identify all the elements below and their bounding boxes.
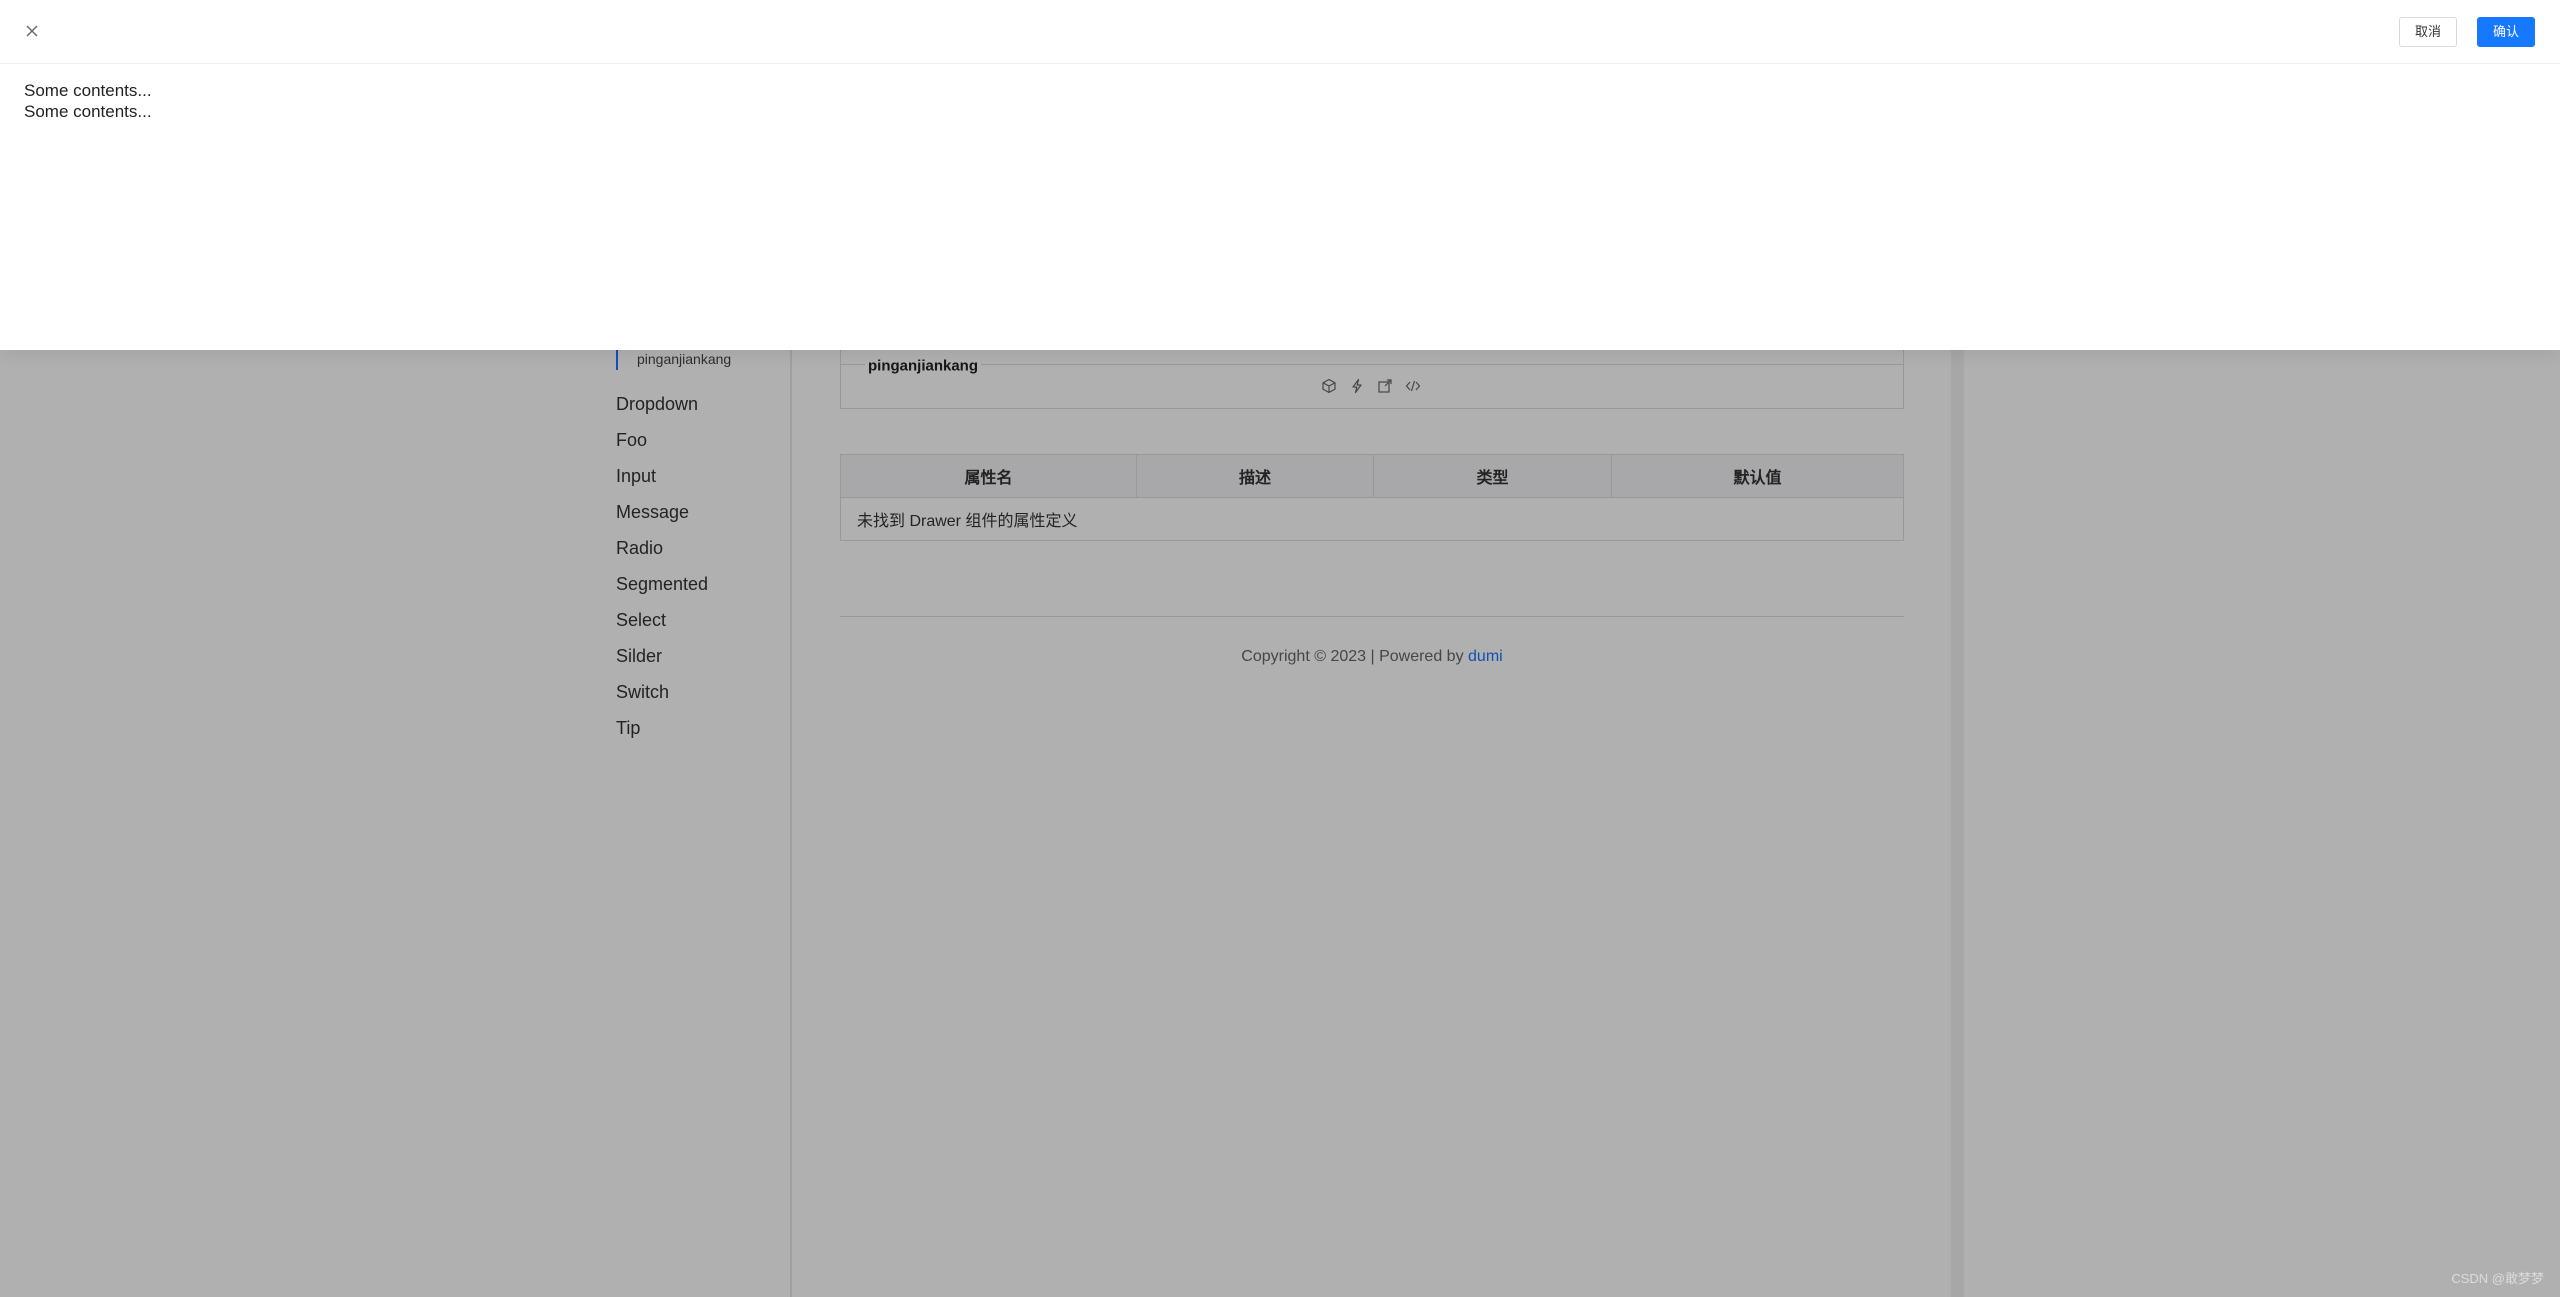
drawer: 取消 确认 Some contents... Some contents... (0, 0, 2560, 350)
confirm-button[interactable]: 确认 (2477, 17, 2535, 47)
screen: pinganjiankang Dropdown Foo Input Messag… (0, 0, 2560, 1297)
watermark: CSDN @敢梦梦 (2451, 1271, 2544, 1286)
drawer-header: 取消 确认 (0, 0, 2560, 64)
drawer-body: Some contents... Some contents... (24, 80, 152, 122)
close-icon[interactable] (22, 21, 42, 41)
drawer-content-line: Some contents... (24, 81, 152, 100)
cancel-button[interactable]: 取消 (2399, 17, 2457, 47)
drawer-content-line: Some contents... (24, 102, 152, 121)
